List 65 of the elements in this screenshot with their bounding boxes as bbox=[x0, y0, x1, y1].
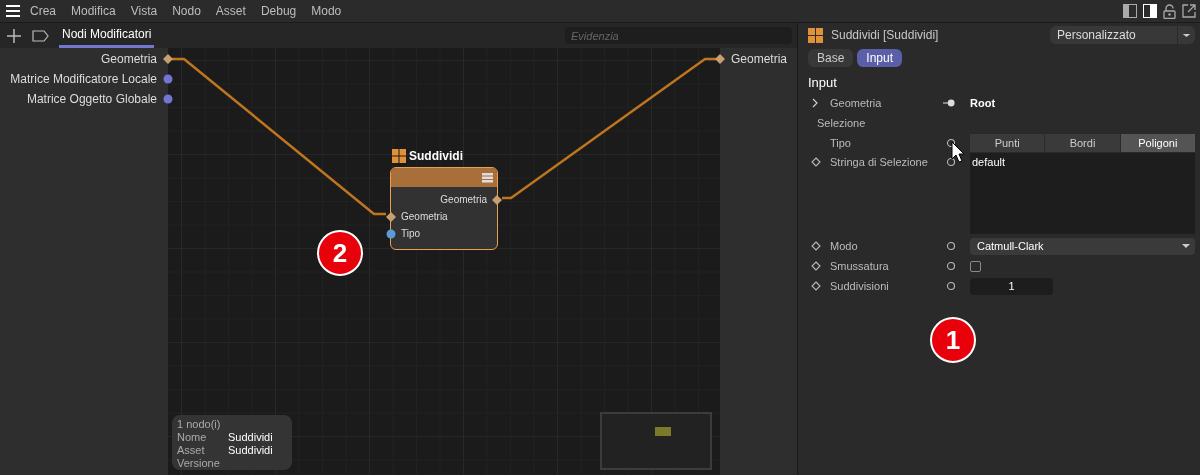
number-field[interactable]: 1 bbox=[970, 277, 1053, 295]
param-label: Modo bbox=[830, 238, 859, 254]
inspector-tab[interactable]: Input bbox=[857, 49, 903, 67]
port-label: Geometria bbox=[440, 193, 487, 207]
info-value: Suddividi bbox=[228, 431, 273, 444]
grid-icon bbox=[392, 149, 406, 163]
dot-port-icon[interactable] bbox=[386, 228, 396, 239]
port-label: Matrice Oggetto Globale bbox=[26, 91, 157, 108]
menu-item[interactable]: Vista bbox=[130, 2, 158, 20]
text-area[interactable]: default bbox=[970, 153, 1195, 234]
info-label: Nome bbox=[177, 431, 208, 444]
checkbox[interactable] bbox=[970, 260, 981, 272]
menu-icon[interactable] bbox=[6, 5, 20, 17]
param-label: Tipo bbox=[830, 135, 852, 151]
port-label: Geometria bbox=[100, 51, 157, 68]
menu-item[interactable]: Modo bbox=[311, 2, 342, 20]
node-title: Suddividi bbox=[409, 148, 463, 165]
inspector-tab[interactable]: Base bbox=[808, 49, 854, 67]
preset-dropdown[interactable]: Personalizzato bbox=[1050, 26, 1195, 44]
node-count: 1 nodo(i) bbox=[177, 418, 222, 431]
add-icon[interactable] bbox=[6, 27, 22, 44]
port-label: Matrice Modificatore Locale bbox=[10, 71, 157, 88]
info-value: Suddividi bbox=[228, 444, 273, 457]
segment-button[interactable]: Poligoni bbox=[1120, 134, 1195, 152]
diamond-port-icon[interactable] bbox=[163, 54, 173, 64]
link-value: Root bbox=[970, 95, 996, 111]
param-label: Suddivisioni bbox=[830, 278, 890, 294]
menu-item[interactable]: Crea bbox=[30, 2, 56, 20]
chevron-icon[interactable] bbox=[811, 98, 819, 108]
segment-button[interactable]: Bordi bbox=[1045, 134, 1120, 152]
port-label: Geometria bbox=[401, 210, 448, 224]
lock-icon[interactable] bbox=[1163, 3, 1176, 19]
minimap[interactable] bbox=[600, 412, 712, 470]
port-label: Geometria bbox=[731, 51, 788, 68]
panel-left-icon[interactable] bbox=[1123, 4, 1137, 18]
external-link-icon[interactable] bbox=[1182, 4, 1196, 18]
diamond-port-icon[interactable] bbox=[386, 211, 396, 222]
connection-icon[interactable] bbox=[943, 98, 955, 108]
caret-icon bbox=[1182, 244, 1190, 248]
menu-item[interactable]: Asset bbox=[215, 2, 246, 20]
info-label: Asset bbox=[177, 444, 206, 457]
dot-port-icon[interactable] bbox=[163, 94, 173, 104]
diamond-port-icon[interactable] bbox=[715, 54, 725, 64]
port-label: Tipo bbox=[401, 227, 421, 241]
menu-item[interactable]: Debug bbox=[260, 2, 297, 20]
segment-button[interactable]: Punti bbox=[970, 134, 1045, 152]
diamond-port-icon[interactable] bbox=[492, 194, 502, 205]
menu-item[interactable]: Nodo bbox=[172, 2, 201, 20]
search-field[interactable]: Evidenzia bbox=[565, 27, 792, 44]
param-label: Smussatura bbox=[830, 258, 890, 274]
grid-icon bbox=[808, 27, 823, 43]
dot-port-icon[interactable] bbox=[163, 74, 173, 84]
keyframe-icon[interactable] bbox=[811, 157, 821, 167]
param-label: Stringa di Selezione bbox=[830, 155, 929, 170]
group-label: Selezione bbox=[816, 115, 867, 131]
tag-icon[interactable] bbox=[32, 29, 49, 42]
minimap-node bbox=[655, 427, 671, 436]
panel-right-icon[interactable] bbox=[1143, 4, 1157, 18]
mode-dropdown[interactable]: Catmull-Clark bbox=[970, 237, 1195, 255]
info-label: Versione bbox=[177, 457, 221, 470]
section-heading: Input bbox=[807, 74, 838, 90]
param-label: Geometria bbox=[830, 95, 883, 111]
menu-item[interactable]: Modifica bbox=[71, 2, 116, 20]
cursor-icon bbox=[951, 141, 965, 163]
inspector-title: Suddividi [Suddividi] bbox=[831, 27, 939, 44]
